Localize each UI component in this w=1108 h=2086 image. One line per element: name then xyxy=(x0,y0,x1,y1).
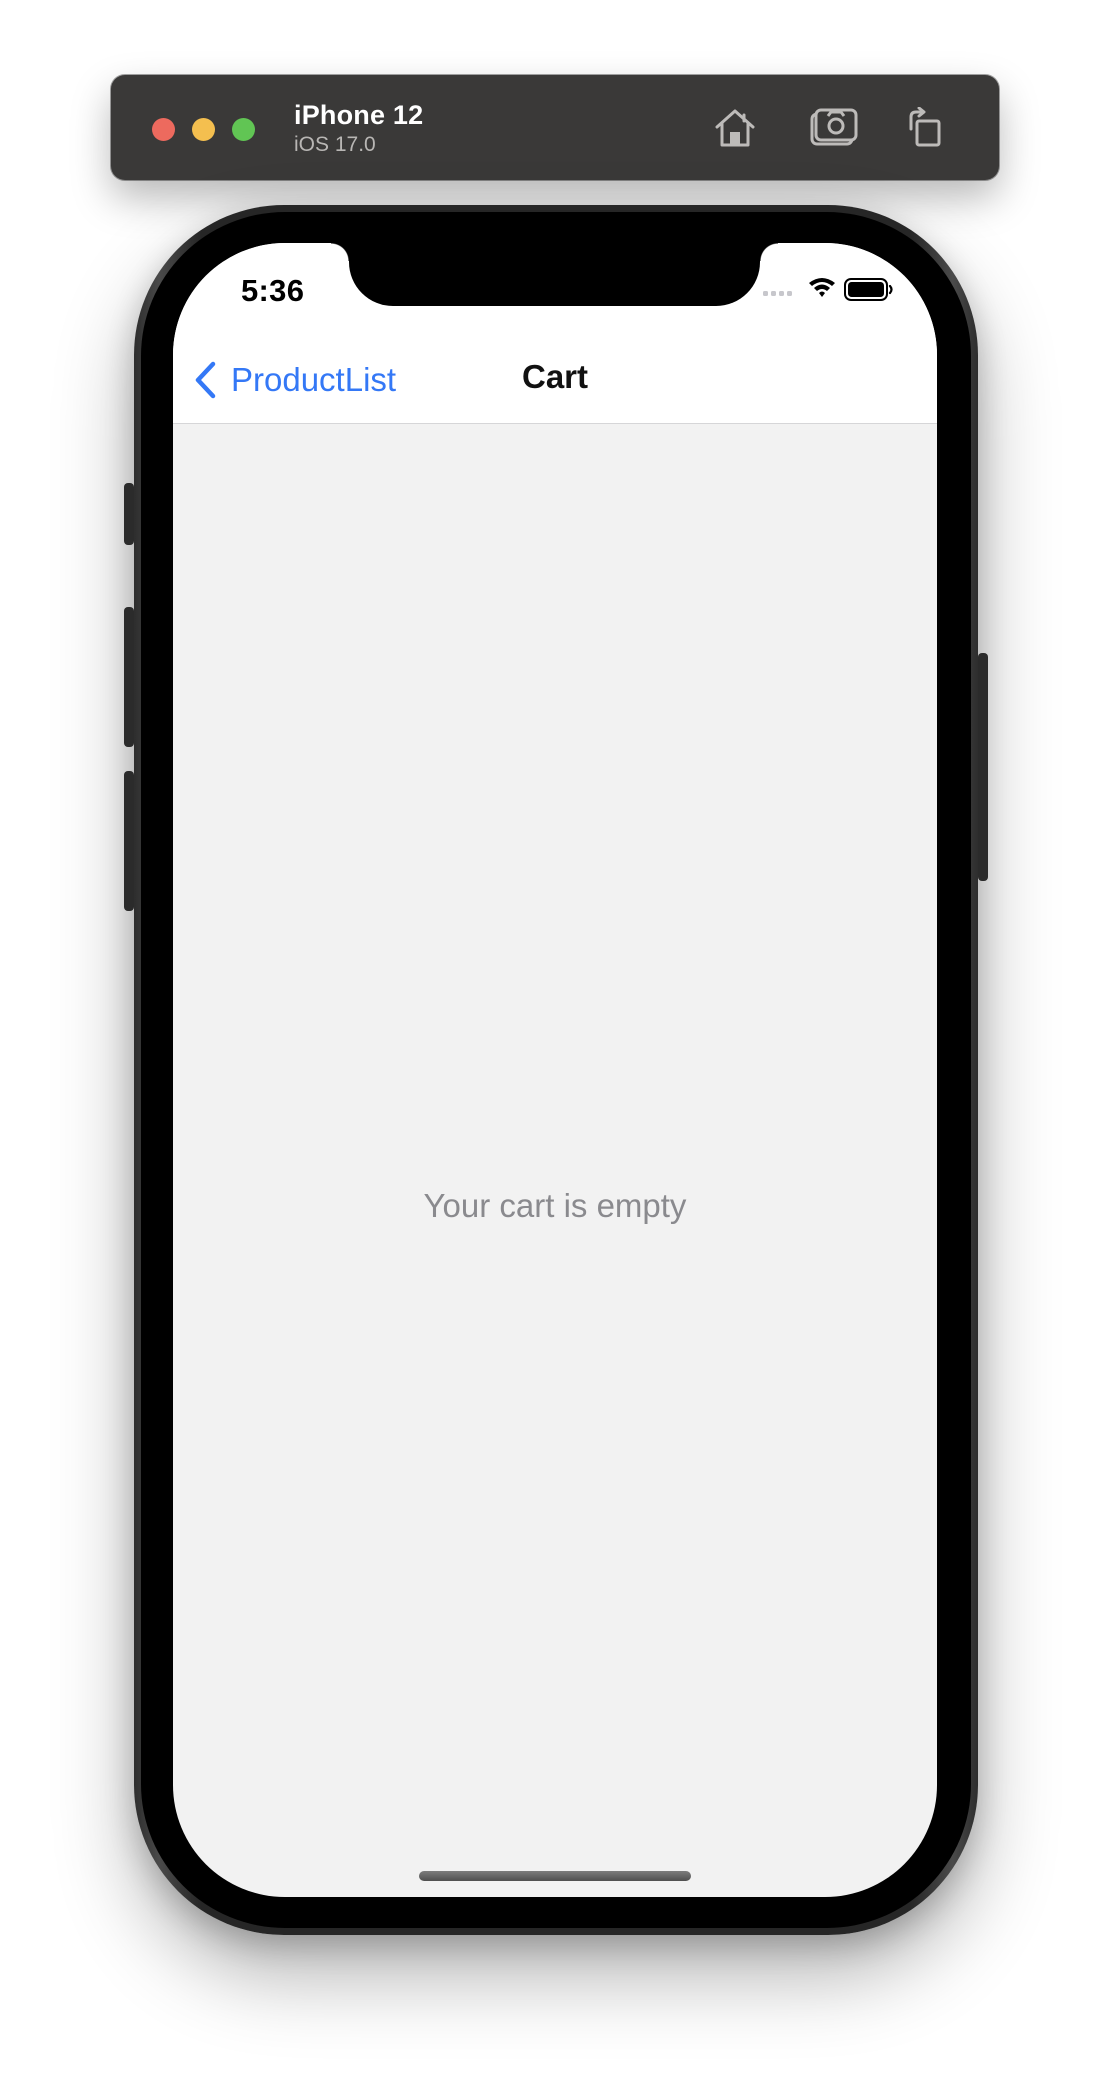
volume-up-button xyxy=(124,607,134,747)
page-title: Cart xyxy=(521,358,589,395)
battery-icon xyxy=(844,278,893,301)
wifi-icon xyxy=(809,278,835,297)
device-os-version: iOS 17.0 xyxy=(294,133,376,156)
empty-cart-message: Your cart is empty xyxy=(423,1187,687,1224)
volume-down-button xyxy=(124,771,134,911)
simulator-stage: iPhone 12 iOS 17.0 5:36 ProductList Cart… xyxy=(0,0,1108,2086)
device-screen: 5:36 ProductList Cart Your cart is empty xyxy=(173,243,937,1897)
silent-switch xyxy=(124,483,134,545)
home-indicator[interactable] xyxy=(419,1871,691,1881)
screenshot-icon xyxy=(810,108,858,146)
device-name: iPhone 12 xyxy=(294,100,424,130)
power-button xyxy=(978,653,988,881)
status-time: 5:36 xyxy=(241,273,305,308)
close-window-button[interactable] xyxy=(152,118,175,141)
cellular-signal-icon xyxy=(763,291,792,296)
rotate-button[interactable] xyxy=(899,103,951,153)
zoom-window-button[interactable] xyxy=(232,118,255,141)
simulator-toolbar: iPhone 12 iOS 17.0 xyxy=(111,75,999,180)
minimize-window-button[interactable] xyxy=(192,118,215,141)
device-notch xyxy=(331,243,778,306)
home-icon xyxy=(715,109,755,147)
status-icons xyxy=(763,276,903,306)
screenshot-button[interactable] xyxy=(808,103,860,153)
home-button[interactable] xyxy=(709,103,761,153)
rotate-icon xyxy=(909,107,941,147)
